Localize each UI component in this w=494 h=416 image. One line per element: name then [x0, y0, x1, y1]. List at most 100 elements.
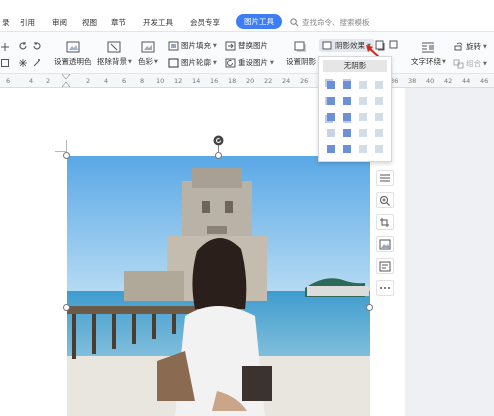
- shadow-preset-swatch[interactable]: [359, 113, 367, 121]
- image-text-icon: [379, 261, 391, 271]
- image-icon: [379, 239, 391, 249]
- rotate-button[interactable]: 旋转 ▼: [453, 41, 487, 52]
- color-label: 色彩: [138, 57, 153, 66]
- text-wrap-label: 文字环绕: [411, 57, 441, 66]
- shadow-preset-swatch[interactable]: [343, 113, 351, 121]
- picture-tools-ribbon: 设置透明色 抠除背景 ▼ 色彩 ▼ 图片填充 ▼ 图片轮廓 ▼ 替换图片 重设图片 ▼ 设…: [0, 32, 494, 74]
- ruler-mark: 8: [140, 77, 145, 85]
- shadow-preset-swatch[interactable]: [375, 97, 383, 105]
- shadow-effect-icon: [322, 41, 332, 49]
- ruler-mark: 18: [228, 77, 237, 85]
- reset-picture-button[interactable]: 重设图片 ▼: [225, 57, 274, 68]
- tab-picture-tools[interactable]: 图片工具: [236, 14, 282, 29]
- shadow-preset-swatch[interactable]: [327, 113, 335, 121]
- ruler-mark: 24: [282, 77, 291, 85]
- shadow-preset-swatch[interactable]: [359, 129, 367, 137]
- resize-handle-top[interactable]: [215, 152, 222, 159]
- outline-icon: [168, 57, 179, 68]
- chevron-down-icon: ▼: [483, 60, 487, 67]
- move-icon[interactable]: [0, 42, 10, 52]
- tower-photo: [67, 156, 370, 416]
- remove-background-label: 抠除背景: [97, 57, 127, 66]
- ruler-mark: 6: [122, 77, 127, 85]
- zoom-in-icon: [380, 195, 390, 206]
- shadow-preset-swatch[interactable]: [327, 97, 335, 105]
- tab-developer-tools[interactable]: 开发工具: [143, 17, 173, 28]
- shadow-effect-label: 阴影效果: [335, 41, 365, 50]
- command-search[interactable]: 查找命令、搜索模板: [290, 16, 370, 28]
- no-shadow-option[interactable]: 无阴影: [323, 60, 387, 72]
- more-options-button[interactable]: [376, 280, 394, 296]
- shadow-effect-dropdown: 无阴影: [318, 56, 392, 162]
- rotate-left-icon[interactable]: [18, 41, 28, 51]
- shadow-preset-swatch[interactable]: [343, 97, 351, 105]
- crop-button[interactable]: [376, 214, 394, 230]
- selected-picture[interactable]: [67, 156, 370, 416]
- chevron-down-icon: ▼: [213, 42, 217, 49]
- resize-handle-left[interactable]: [63, 304, 70, 311]
- chevron-down-icon: ▼: [154, 58, 158, 65]
- set-shadow-button[interactable]: 设置阴影: [286, 41, 316, 67]
- shadow-preset-swatch[interactable]: [343, 81, 351, 89]
- zoom-in-button[interactable]: [376, 192, 394, 208]
- picture-float-toolbar: [376, 170, 398, 296]
- text-wrap-button[interactable]: 文字环绕 ▼: [411, 41, 446, 67]
- replace-image-button[interactable]: [376, 236, 394, 252]
- combine-button[interactable]: 组合 ▼: [453, 58, 487, 69]
- search-placeholder: 查找命令、搜索模板: [302, 17, 370, 27]
- ruler-mark: 6: [6, 77, 11, 85]
- tab-review[interactable]: 审阅: [52, 17, 67, 28]
- shadow-preset-swatch[interactable]: [375, 113, 383, 121]
- shadow-preset-swatch[interactable]: [343, 145, 351, 153]
- chevron-down-icon: ▼: [128, 58, 132, 65]
- ruler-mark: 12: [174, 77, 183, 85]
- remove-background-button[interactable]: 抠除背景 ▼: [97, 41, 132, 67]
- rotate-icon: [454, 42, 463, 50]
- sharpen-icon[interactable]: [18, 58, 28, 68]
- chevron-down-icon: ▼: [270, 59, 274, 66]
- set-transparent-button[interactable]: 设置透明色: [54, 41, 92, 67]
- shadow-preset-swatch[interactable]: [375, 145, 383, 153]
- compress-icon[interactable]: [0, 58, 10, 68]
- transparent-color-icon: [66, 41, 80, 53]
- layout-options-button[interactable]: [376, 170, 394, 186]
- resize-handle-right[interactable]: [366, 304, 373, 311]
- shadow-preset-swatch[interactable]: [359, 97, 367, 105]
- tab-chapter[interactable]: 章节: [111, 17, 126, 28]
- indent-marker-icon[interactable]: [62, 74, 70, 87]
- magic-icon[interactable]: [32, 58, 42, 68]
- ruler-mark: 22: [264, 77, 273, 85]
- chevron-down-icon: ▼: [213, 59, 217, 66]
- tab-references[interactable]: 引用: [20, 17, 35, 28]
- shadow-preset-swatch[interactable]: [327, 81, 335, 89]
- shadow-preset-swatch[interactable]: [359, 81, 367, 89]
- picture-outline-button[interactable]: 图片轮廓 ▼: [168, 57, 217, 68]
- resize-handle-top-left[interactable]: [63, 152, 70, 159]
- ruler-mark: 44: [462, 77, 471, 85]
- menu-tab-bar: 录 引用 审阅 视图 章节 开发工具 会员专享 图片工具 查找命令、搜索模板: [0, 0, 494, 32]
- shadow-preset-swatch[interactable]: [343, 129, 351, 137]
- tab-view[interactable]: 视图: [82, 17, 97, 28]
- rotate-right-icon[interactable]: [32, 41, 42, 51]
- ruler-mark: 4: [104, 77, 109, 85]
- tab-record[interactable]: 录: [2, 17, 10, 28]
- replace-picture-label: 替换图片: [238, 41, 268, 50]
- picture-fill-label: 图片填充: [181, 41, 211, 50]
- shadow-preset-swatch[interactable]: [327, 129, 335, 137]
- color-button[interactable]: 色彩 ▼: [138, 41, 158, 67]
- crop-icon: [380, 217, 389, 227]
- shadow-preset-swatch[interactable]: [359, 145, 367, 153]
- rotation-handle-icon[interactable]: [213, 135, 224, 146]
- picture-fill-button[interactable]: 图片填充 ▼: [168, 40, 217, 51]
- shadow-preset-swatch[interactable]: [375, 129, 383, 137]
- ruler-mark: 20: [246, 77, 255, 85]
- combine-icon: [453, 59, 464, 68]
- shadow-preset-swatch[interactable]: [327, 145, 335, 153]
- picture-to-text-button[interactable]: [376, 258, 394, 274]
- replace-picture-button[interactable]: 替换图片: [225, 40, 268, 51]
- combine-label: 组合: [466, 59, 481, 68]
- shadow-preset-swatch[interactable]: [375, 81, 383, 89]
- shadow-offset-icon[interactable]: [389, 40, 401, 51]
- set-shadow-icon: [294, 41, 306, 52]
- tab-member-exclusive[interactable]: 会员专享: [190, 17, 220, 28]
